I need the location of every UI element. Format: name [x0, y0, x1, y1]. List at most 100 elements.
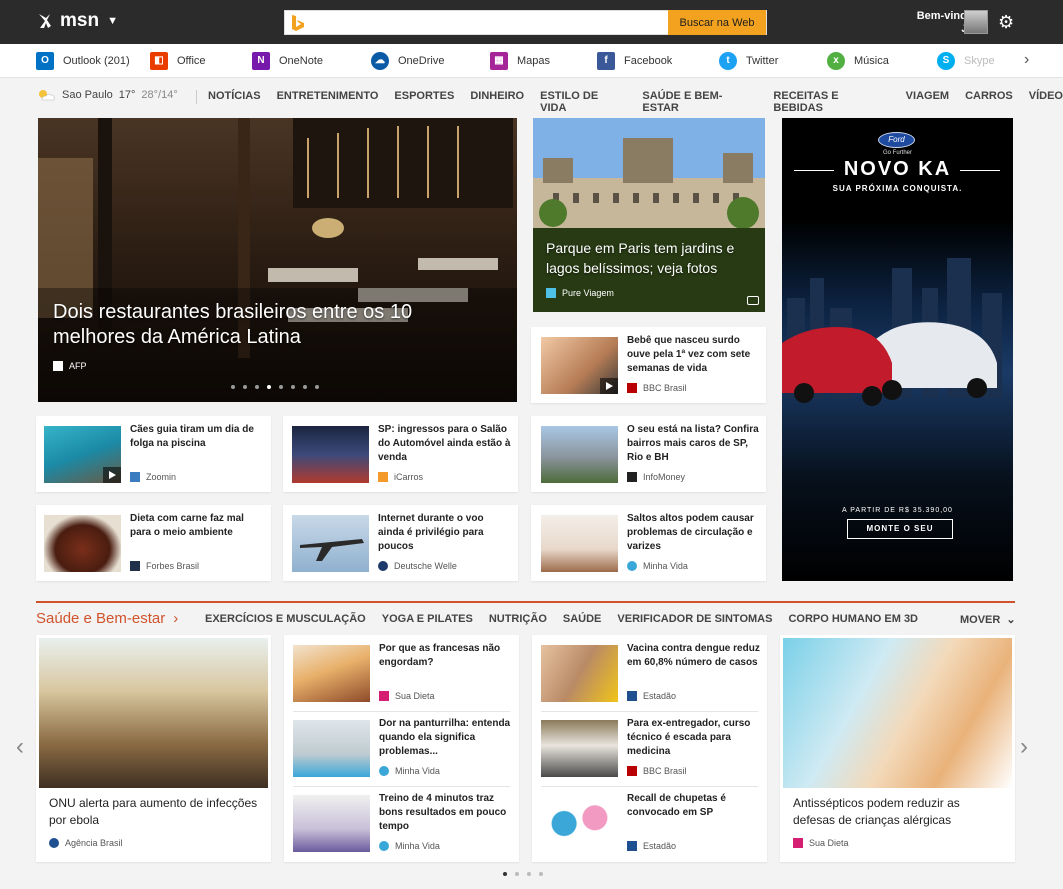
nav-viagem[interactable]: VIAGEM [906, 90, 949, 114]
outlook-icon: O [36, 52, 54, 70]
ford-ad[interactable]: Ford Go Further NOVO KA SUA PRÓXIMA CONQ… [782, 118, 1013, 581]
news-card[interactable]: O seu está na lista? Confira bairros mai… [531, 416, 766, 492]
section-link[interactable]: EXERCÍCIOS E MUSCULAÇÃO [205, 613, 366, 625]
carousel-dot-active[interactable] [267, 385, 271, 389]
nav-saude[interactable]: SAÚDE E BEM-ESTAR [642, 90, 757, 114]
carousel-dot[interactable] [279, 385, 283, 389]
hero-story[interactable]: Dois restaurantes brasileiros entre os 1… [38, 118, 517, 402]
chevron-right-icon[interactable]: › [1024, 51, 1029, 69]
app-outlook[interactable]: O Outlook (201) [36, 52, 130, 70]
next-arrow-icon[interactable]: › [1020, 733, 1028, 761]
news-card[interactable]: Cães guia tiram um dia de folga na pisci… [36, 416, 271, 492]
bing-icon [292, 15, 304, 31]
pager-dot[interactable] [515, 872, 519, 876]
airplane-thumbnail [292, 515, 369, 572]
card-title[interactable]: Dieta com carne faz mal para o meio ambi… [130, 512, 264, 540]
list-divider [541, 711, 758, 712]
prev-arrow-icon[interactable]: ‹ [16, 733, 24, 761]
card-title[interactable]: Saltos altos podem causar problemas de c… [627, 512, 761, 554]
paris-photo [533, 118, 765, 312]
source-label: BBC Brasil [643, 766, 687, 776]
pager-dot[interactable] [527, 872, 531, 876]
app-office[interactable]: ◧ Office [150, 52, 206, 70]
legs-thumbnail [293, 720, 370, 777]
card-title[interactable]: Recall de chupetas é convocado em SP [627, 792, 761, 820]
weather-widget[interactable]: Sao Paulo 17° 28°/14° [36, 88, 178, 102]
section-link[interactable]: VERIFICADOR DE SINTOMAS [617, 613, 772, 625]
paris-title[interactable]: Parque em Paris tem jardins e lagos belí… [546, 238, 756, 278]
city-thumbnail [541, 426, 618, 483]
mover-button[interactable]: MOVER ⌄ [960, 613, 1016, 627]
news-card[interactable]: Saltos altos podem causar problemas de c… [531, 505, 766, 581]
section-link[interactable]: CORPO HUMANO EM 3D [788, 613, 918, 625]
hero-title[interactable]: Dois restaurantes brasileiros entre os 1… [53, 300, 453, 350]
news-card[interactable]: Internet durante o voo ainda é privilégi… [283, 505, 518, 581]
health-card-large[interactable]: ONU alerta para aumento de infecções por… [36, 635, 271, 862]
card-title[interactable]: Treino de 4 minutos traz bons resultados… [379, 792, 513, 834]
app-skype[interactable]: S Skype [937, 52, 995, 70]
sua-dieta-icon [379, 691, 389, 701]
card-title[interactable]: Antissépticos podem reduzir as defesas d… [793, 795, 1003, 829]
nav-dinheiro[interactable]: DINHEIRO [470, 90, 524, 114]
ad-cta-button[interactable]: MONTE O SEU [847, 519, 953, 539]
news-card[interactable]: SP: ingressos para o Salão do Automóvel … [283, 416, 518, 492]
section-link[interactable]: SAÚDE [563, 613, 602, 625]
app-onedrive[interactable]: ☁ OneDrive [371, 52, 444, 70]
card-title[interactable]: Por que as francesas não engordam? [379, 642, 513, 670]
nav-carros[interactable]: CARROS [965, 90, 1013, 114]
carousel-dot[interactable] [315, 385, 319, 389]
paris-story[interactable]: Parque em Paris tem jardins e lagos belí… [533, 118, 765, 312]
section-link[interactable]: NUTRIÇÃO [489, 613, 547, 625]
msn-logo[interactable]: msn ▼ [36, 10, 118, 32]
card-title[interactable]: Cães guia tiram um dia de folga na pisci… [130, 423, 264, 451]
avatar[interactable] [964, 10, 988, 34]
nav-esportes[interactable]: ESPORTES [394, 90, 454, 114]
app-label: Facebook [624, 55, 673, 67]
carousel-dot[interactable] [243, 385, 247, 389]
health-card-large[interactable]: Antissépticos podem reduzir as defesas d… [780, 635, 1015, 862]
nav-links: NOTÍCIAS ENTRETENIMENTO ESPORTES DINHEIR… [208, 90, 1063, 114]
carousel-dot[interactable] [255, 385, 259, 389]
music-icon: x [827, 52, 845, 70]
card-title[interactable]: SP: ingressos para o Salão do Automóvel … [378, 423, 512, 465]
card-title[interactable]: ONU alerta para aumento de infecções por… [49, 795, 259, 829]
nav-estilo-de-vida[interactable]: ESTILO DE VIDA [540, 90, 626, 114]
card-title[interactable]: Para ex-entregador, curso técnico é esca… [627, 717, 761, 759]
baby-thumbnail [541, 337, 618, 394]
gear-icon[interactable]: ⚙ [998, 12, 1014, 33]
news-card[interactable]: Dieta com carne faz mal para o meio ambi… [36, 505, 271, 581]
source-label: Minha Vida [643, 561, 688, 571]
weather-range: 28°/14° [141, 89, 178, 101]
nav-video[interactable]: VÍDEO [1029, 90, 1063, 114]
pager-dot-active[interactable] [503, 872, 507, 876]
app-maps[interactable]: ▦ Mapas [490, 52, 550, 70]
news-card[interactable]: Bebê que nasceu surdo ouve pela 1ª vez c… [531, 327, 766, 403]
search-button[interactable]: Buscar na Web [668, 10, 766, 35]
app-music[interactable]: x Música [827, 52, 889, 70]
sua-dieta-icon [793, 838, 803, 848]
section-title[interactable]: Saúde e Bem-estar › [36, 610, 178, 627]
nav-noticias[interactable]: NOTÍCIAS [208, 90, 261, 114]
nav-receitas[interactable]: RECEITAS E BEBIDAS [773, 90, 889, 114]
app-label: OneDrive [398, 55, 445, 67]
nav-entretenimento[interactable]: ENTRETENIMENTO [277, 90, 379, 114]
mover-label: MOVER [960, 613, 1001, 626]
card-title[interactable]: Internet durante o voo ainda é privilégi… [378, 512, 512, 554]
app-facebook[interactable]: f Facebook [597, 52, 672, 70]
card-title[interactable]: Vacina contra dengue reduz em 60,8% núme… [627, 642, 761, 670]
card-title[interactable]: Dor na panturrilha: entenda quando ela s… [379, 717, 513, 759]
card-title[interactable]: Bebê que nasceu surdo ouve pela 1ª vez c… [627, 334, 761, 376]
app-twitter[interactable]: t Twitter [719, 52, 778, 70]
ad-tagline: Go Further [882, 150, 912, 156]
workout-thumbnail [293, 795, 370, 852]
app-onenote[interactable]: N OneNote [252, 52, 323, 70]
carousel-dot[interactable] [231, 385, 235, 389]
section-link[interactable]: YOGA E PILATES [382, 613, 473, 625]
source-label: InfoMoney [643, 472, 686, 482]
carousel-dot[interactable] [303, 385, 307, 389]
search-input[interactable] [311, 11, 666, 34]
carousel-dot[interactable] [291, 385, 295, 389]
butterfly-icon [39, 14, 51, 28]
card-title[interactable]: O seu está na lista? Confira bairros mai… [627, 423, 761, 465]
pager-dot[interactable] [539, 872, 543, 876]
